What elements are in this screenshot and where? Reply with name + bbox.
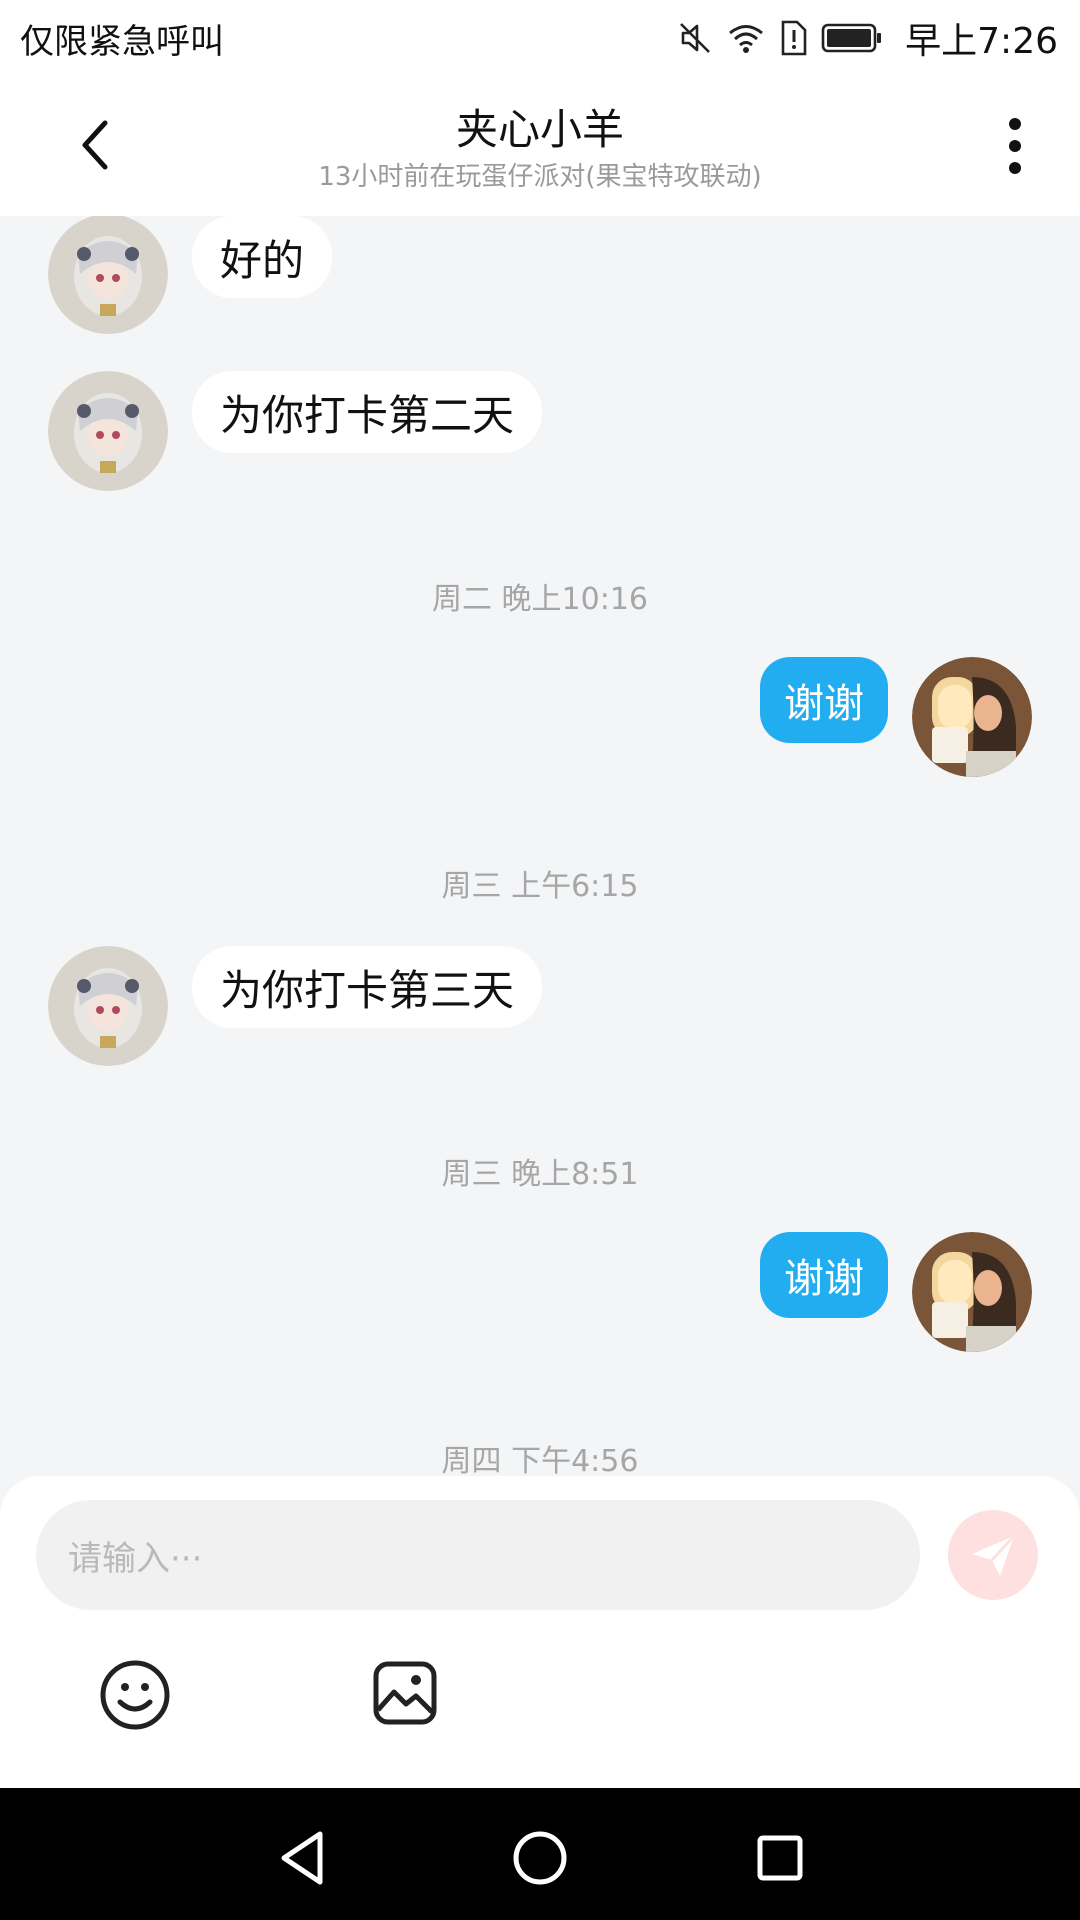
contact-name[interactable]: 夹心小羊: [0, 96, 1080, 157]
smiley-icon: [100, 1660, 170, 1730]
user-avatar[interactable]: [912, 657, 1032, 777]
nav-recents-button[interactable]: [750, 1828, 810, 1888]
message-bubble[interactable]: 谢谢: [760, 1232, 888, 1318]
message-bubble[interactable]: 为你打卡第二天: [192, 371, 543, 453]
emoji-button[interactable]: [98, 1658, 172, 1732]
chat-header: 夹心小羊 13小时前在玩蛋仔派对(果宝特攻联动): [0, 76, 1080, 216]
message-timestamp: 周四 下午4:56: [441, 1444, 639, 1476]
contact-avatar[interactable]: [48, 946, 168, 1066]
contact-avatar[interactable]: [48, 371, 168, 491]
image-icon: [373, 1661, 437, 1725]
contact-avatar[interactable]: [48, 216, 168, 334]
composer: 请输入···: [0, 1476, 1080, 1788]
recents-square-icon: [757, 1835, 803, 1881]
status-icons: 早上7:26: [677, 10, 1058, 66]
status-bar: 仅限紧急呼叫 早上7:26: [0, 0, 1080, 76]
battery-icon: [821, 22, 883, 54]
more-button[interactable]: [980, 106, 1050, 186]
nav-back-button[interactable]: [272, 1828, 332, 1888]
message-bubble[interactable]: 谢谢: [760, 657, 888, 743]
status-time: 早上7:26: [905, 21, 1058, 62]
more-vertical-icon: [1009, 118, 1021, 174]
message-bubble[interactable]: 为你打卡第三天: [192, 946, 543, 1028]
send-button[interactable]: [948, 1510, 1038, 1600]
wifi-icon: [727, 21, 765, 55]
message-timestamp: 周三 晚上8:51: [441, 1157, 639, 1192]
home-circle-icon: [513, 1831, 567, 1885]
image-button[interactable]: [372, 1660, 438, 1726]
mute-icon: [677, 20, 713, 56]
message-timestamp: 周二 晚上10:16: [432, 582, 648, 617]
contact-status: 13小时前在玩蛋仔派对(果宝特攻联动): [318, 162, 762, 192]
message-bubble[interactable]: 好的: [192, 216, 333, 298]
user-avatar[interactable]: [912, 1232, 1032, 1352]
back-triangle-icon: [281, 1831, 323, 1885]
sim-alert-icon: [779, 20, 807, 56]
message-timestamp: 周三 上午6:15: [441, 869, 639, 904]
system-nav-bar: [0, 1788, 1080, 1920]
send-icon: [972, 1534, 1016, 1576]
nav-home-button[interactable]: [510, 1828, 570, 1888]
message-input[interactable]: 请输入···: [36, 1500, 920, 1610]
message-list[interactable]: 好的 为你打卡第二天 周二 晚上10:16 谢谢 周三 上午6:15 为你打卡第…: [0, 216, 1080, 1476]
carrier-text: 仅限紧急呼叫: [20, 22, 224, 62]
